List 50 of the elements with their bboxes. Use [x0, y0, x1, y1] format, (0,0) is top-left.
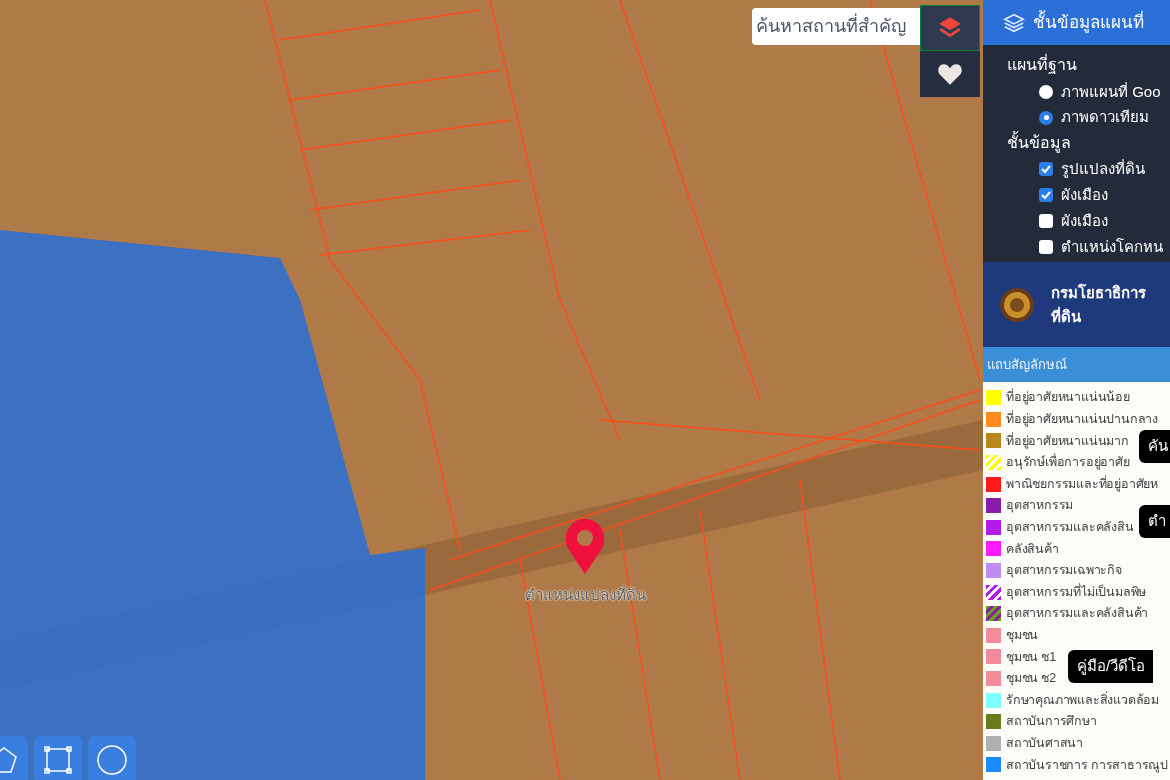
legend-label: ที่อยู่อาศัยหนาแน่นมาก [1006, 431, 1129, 451]
layers-icon [1003, 11, 1025, 34]
agency-name: ที่ดิน [1051, 305, 1082, 327]
checkbox[interactable] [1039, 188, 1053, 203]
legend-label: อุตสาหกรรม [1006, 497, 1074, 515]
floating-button[interactable]: คัน [1139, 430, 1170, 463]
marker-label: ตำแหน่งแปลงที่ดิน [524, 584, 646, 605]
legend-label: คลังสินค้า [1006, 540, 1059, 558]
rectangle-icon [43, 745, 73, 775]
section-heading: ชั้นข้อมูล [1007, 130, 1072, 155]
legend-label: สถาบันการศึกษา [1006, 713, 1097, 731]
favorites-button[interactable] [920, 51, 980, 97]
location-pin-icon [564, 518, 606, 574]
circle-tool-button[interactable] [88, 736, 136, 780]
legend-label: ที่อยู่อาศัยหนาแน่นน้อย [1006, 388, 1130, 407]
radio-button[interactable] [1039, 84, 1053, 99]
panel-title: ชั้นข้อมูลแผนที่ [1033, 9, 1144, 35]
checkbox-label: รูปแปลงที่ดิน [1061, 158, 1145, 180]
legend-label: ชุมชน ช2 [1006, 670, 1057, 688]
floating-button[interactable]: คู่มือ/วีดีโอ [1068, 650, 1154, 683]
section-heading: แผนที่ฐาน [1007, 53, 1078, 76]
radio-label: ภาพแผนที่ Goo [1061, 81, 1161, 102]
legend-label: สถาบันราชการ การสาธารณูป [1006, 756, 1169, 775]
checkbox-label: ผังเมือง [1061, 185, 1108, 206]
legend-label: อุตสาหกรรมและคลังสิน [1006, 519, 1134, 537]
checkbox-label: ผังเมือง [1061, 210, 1108, 231]
search-field[interactable]: ค้นหาสถานที่สำคัญ [752, 8, 920, 45]
legend-label: พาณิชยกรรมและที่อยู่อาศัยห [1006, 474, 1158, 494]
legend-label: อุตสาหกรรมเฉพาะกิจ [1006, 562, 1122, 580]
legend-label: อนุรักษ์เพื่อการอยู่อาศัย [1006, 453, 1130, 472]
agency-name: กรมโยธาธิการ [1051, 282, 1146, 303]
circle-icon [96, 744, 128, 776]
legend-label: ชุมชน [1006, 626, 1039, 645]
checkbox[interactable] [1039, 240, 1053, 255]
legend-label: อุตสาหกรรมที่ไม่เป็นมลพิษ [1006, 582, 1147, 602]
legend-label: ที่อยู่อาศัยหนาแน่นปานกลาง [1006, 410, 1158, 429]
legend-label: ชุมชน ช1 [1006, 648, 1057, 667]
floating-button[interactable]: ตำ [1139, 505, 1170, 538]
heart-icon [937, 62, 963, 86]
legend-label: สถาบันศาสนา [1006, 734, 1083, 752]
legend-title: แถบสัญลักษณ์ [983, 347, 1170, 382]
emblem-icon [999, 286, 1035, 323]
rectangle-tool-button[interactable] [34, 736, 82, 780]
legend-label: รักษาคุณภาพและสิ่งแวดล้อม [1006, 690, 1159, 710]
legend-label: อุตสาหกรรมและคลังสินค้า [1006, 605, 1149, 623]
checkbox[interactable] [1039, 162, 1053, 177]
checkbox-label: ตำแหน่งโคกหน [1061, 236, 1163, 257]
radio-label: ภาพดาวเทียม [1061, 107, 1149, 128]
radio-button[interactable] [1039, 110, 1053, 125]
checkbox[interactable] [1039, 214, 1053, 229]
